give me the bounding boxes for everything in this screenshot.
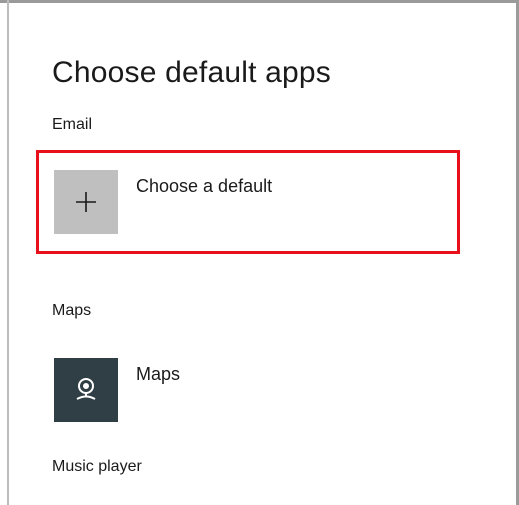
maps-app-name: Maps	[136, 364, 181, 384]
email-section-label: Email	[52, 116, 93, 133]
maps-app-icon	[54, 358, 118, 422]
plus-icon	[54, 170, 118, 234]
music-player-section-label: Music player	[52, 458, 142, 475]
window-left-border	[7, 0, 9, 505]
maps-section-label: Maps	[52, 302, 92, 319]
email-app-name: Choose a default	[136, 176, 273, 196]
page-title: Choose default apps	[52, 56, 332, 90]
window-top-border	[0, 0, 519, 3]
maps-app-button[interactable]: Maps	[54, 358, 180, 422]
choose-default-email-button[interactable]: Choose a default	[54, 170, 272, 234]
